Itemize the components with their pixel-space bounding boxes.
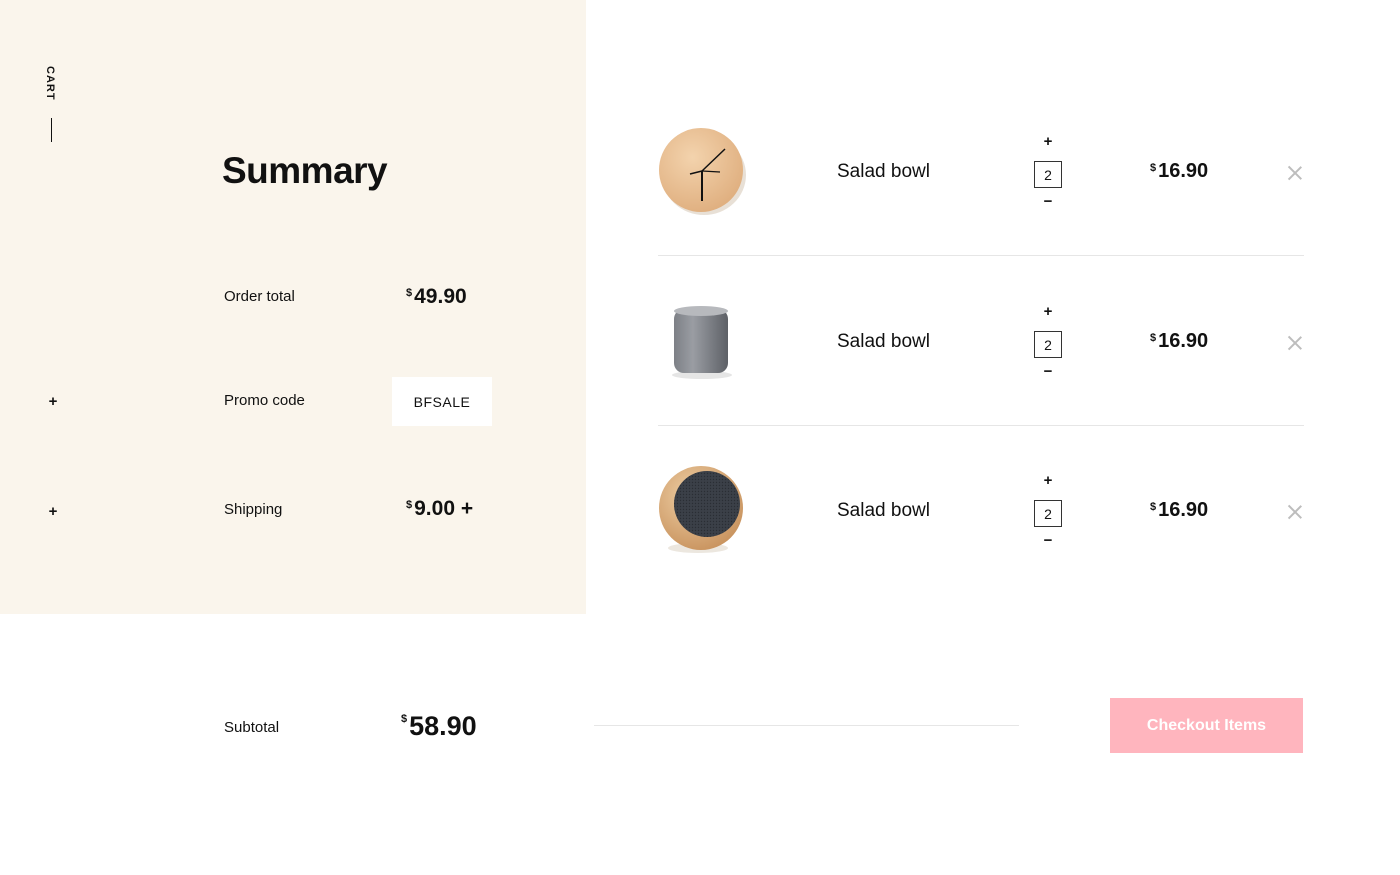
subtotal-label: Subtotal [224,719,280,736]
promo-code-label: Promo code [224,392,305,409]
quantity-increase-button[interactable]: + [1040,133,1056,150]
quantity-decrease-button[interactable]: − [1040,363,1056,380]
quantity-decrease-button[interactable]: − [1040,532,1056,549]
cart-item: Salad bowl + 2 − $16.90 [658,87,1304,256]
item-name: Salad bowl [837,331,930,352]
gray-ceramic-cup-image [658,297,748,387]
cart-label: CART [44,66,56,101]
subtotal-value: $58.90 [401,711,477,741]
summary-panel [0,0,586,614]
cart-item: Salad bowl + 2 − $16.90 [658,257,1304,426]
item-price: $16.90 [1150,499,1209,521]
item-price: $16.90 [1150,330,1209,352]
item-price: $16.90 [1150,160,1209,182]
quantity-increase-button[interactable]: + [1040,303,1056,320]
order-total-label: Order total [224,288,295,305]
cart-item: Salad bowl + 2 − $16.90 [658,426,1304,595]
shipping-value[interactable]: $9.00 + [406,497,473,521]
cart-divider [51,118,52,142]
quantity-field[interactable]: 2 [1034,161,1062,188]
remove-item-close-icon[interactable] [1288,505,1302,519]
promo-code-field[interactable]: BFSALE [392,377,492,426]
checkout-button[interactable]: Checkout Items [1110,698,1303,753]
remove-item-close-icon[interactable] [1288,166,1302,180]
wooden-speaker-image [658,466,748,556]
promo-expand-button[interactable]: + [46,393,60,410]
quantity-field[interactable]: 2 [1034,500,1062,527]
remove-item-close-icon[interactable] [1288,336,1302,350]
page-title: Summary [222,150,388,191]
item-name: Salad bowl [837,500,930,521]
quantity-field[interactable]: 2 [1034,331,1062,358]
subtotal-divider [594,725,1019,726]
shipping-expand-button[interactable]: + [46,503,60,520]
quantity-increase-button[interactable]: + [1040,472,1056,489]
quantity-decrease-button[interactable]: − [1040,193,1056,210]
item-name: Salad bowl [837,161,930,182]
wooden-wall-clock-image [658,127,748,217]
shipping-label: Shipping [224,501,283,518]
order-total-value: $49.90 [406,285,467,308]
